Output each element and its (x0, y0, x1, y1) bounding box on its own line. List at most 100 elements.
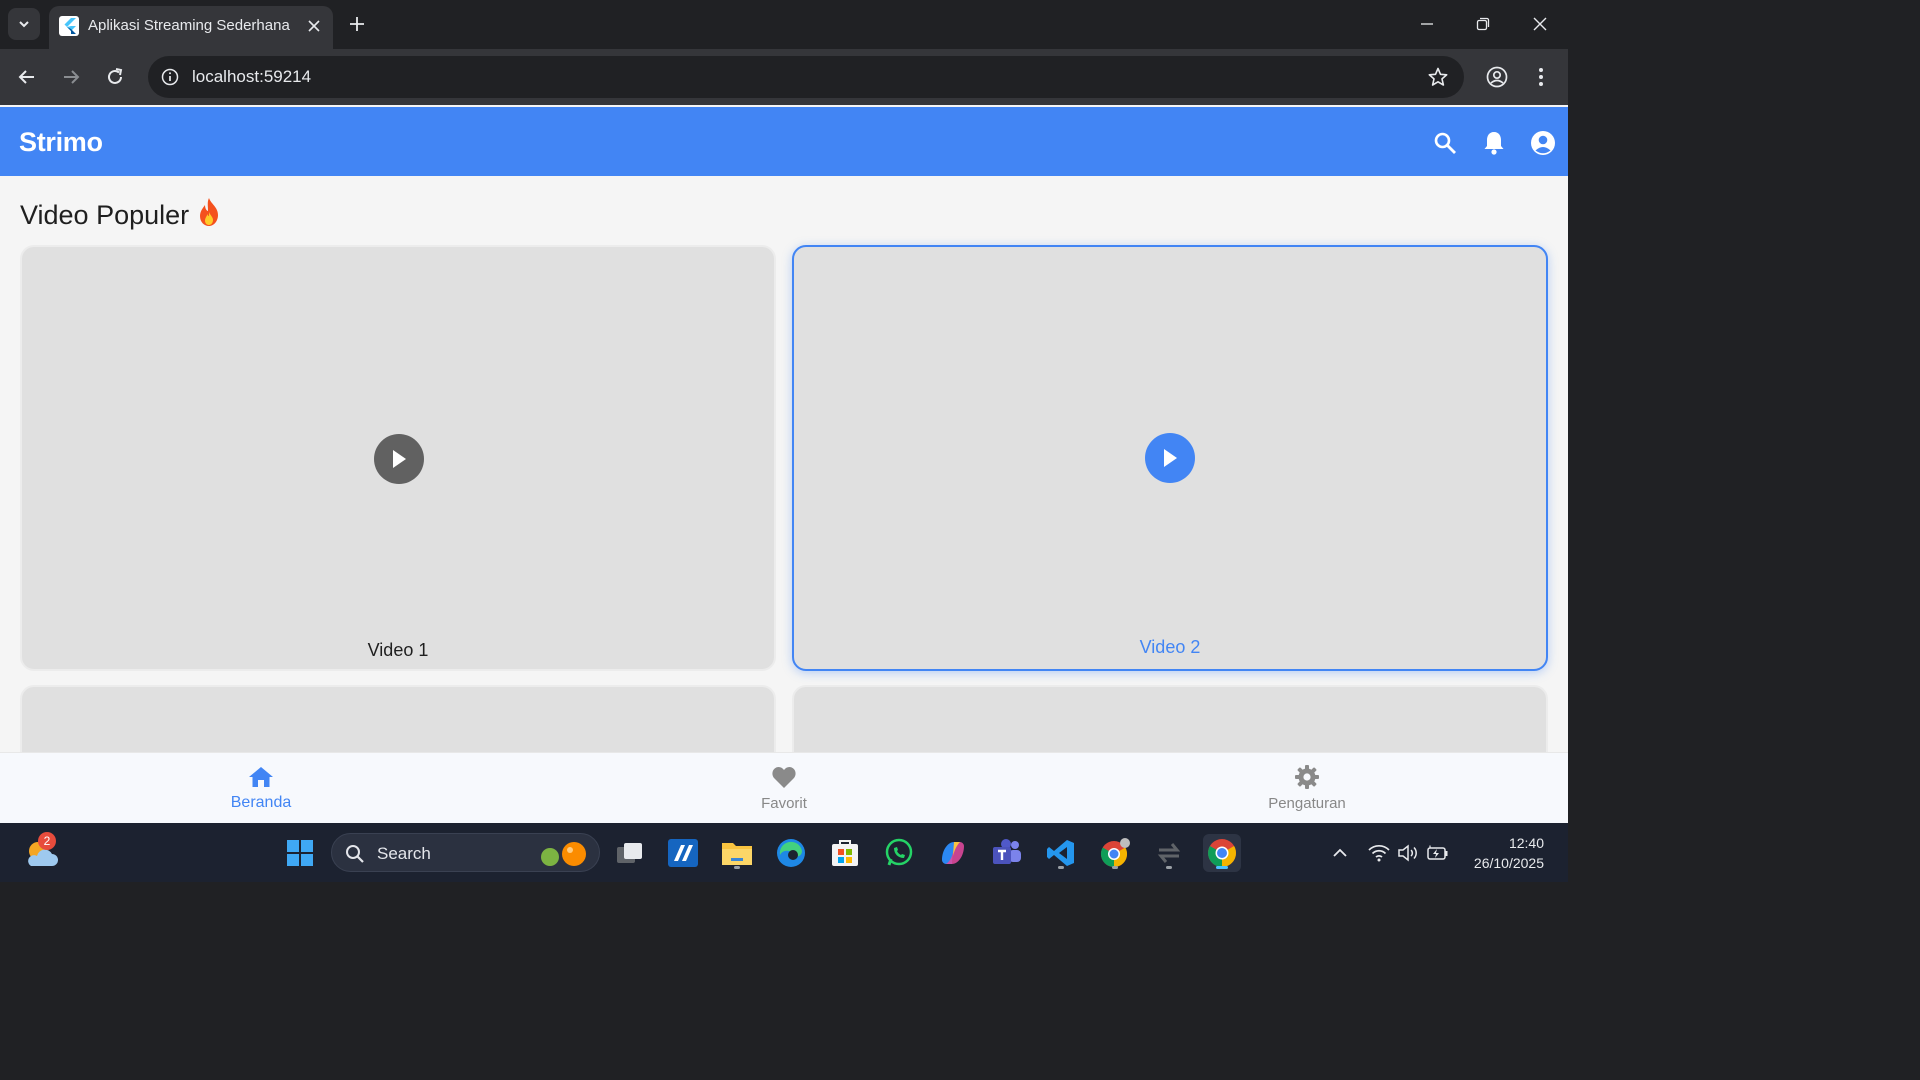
video-title: Video 2 (1139, 637, 1201, 657)
nav-label: Favorit (761, 795, 807, 812)
chevron-up-icon (1333, 848, 1347, 857)
chrome-icon (1208, 839, 1236, 867)
reload-button[interactable] (99, 61, 131, 93)
arrow-right-icon (64, 70, 80, 84)
fire-icon (195, 197, 223, 234)
app-logo-icon (668, 839, 698, 867)
search-placeholder: Search (377, 844, 431, 863)
battery-charging-icon (1427, 845, 1448, 860)
tab-close-button[interactable] (303, 15, 325, 37)
browser-menu-button[interactable] (1525, 61, 1557, 93)
forward-button[interactable] (55, 61, 87, 93)
taskbar-file-explorer[interactable] (718, 834, 756, 872)
system-clock[interactable]: 12:40 26/10/2025 (1474, 833, 1544, 873)
teams-icon (993, 839, 1021, 864)
gear-icon (1293, 763, 1321, 791)
new-tab-button[interactable] (344, 11, 370, 37)
browser-tab[interactable]: Aplikasi Streaming Sederhana (49, 6, 333, 49)
windows-taskbar: 2 Search 12:40 26/10/2025 (0, 823, 1568, 882)
account-button[interactable] (1529, 129, 1557, 157)
video-card[interactable]: Video 1 (20, 245, 776, 671)
address-bar[interactable]: localhost:59214 (148, 56, 1464, 98)
battery-status[interactable] (1425, 840, 1451, 866)
clock-date: 26/10/2025 (1473, 855, 1544, 871)
play-button[interactable] (1145, 433, 1195, 483)
section-title: Video Populer (20, 197, 223, 234)
app-bar: Strimo (0, 107, 1568, 176)
notifications-button[interactable] (1480, 129, 1508, 157)
taskbar-app-maple[interactable] (664, 834, 702, 872)
url-text: localhost:59214 (192, 67, 312, 86)
nav-label: Pengaturan (1268, 795, 1346, 812)
reload-icon (108, 68, 123, 84)
video-card[interactable]: Video 2 (792, 245, 1548, 671)
video-title: Video 1 (367, 640, 429, 660)
restore-icon (1476, 17, 1490, 31)
taskbar-store[interactable] (826, 834, 864, 872)
notification-badge: 2 (38, 832, 56, 850)
taskbar-teams[interactable] (988, 834, 1026, 872)
task-view-button[interactable] (611, 834, 649, 872)
chevron-down-icon (19, 21, 29, 28)
profile-button[interactable] (1481, 61, 1513, 93)
section-title-text: Video Populer (20, 200, 190, 230)
taskbar-sync-app[interactable] (1150, 834, 1188, 872)
account-circle-icon (1486, 66, 1508, 88)
play-button[interactable] (374, 434, 424, 484)
app-viewport: Strimo Video Populer Video 1 Video 2 Ber… (0, 105, 1568, 823)
bell-icon (1484, 132, 1504, 155)
taskbar-copilot[interactable] (934, 834, 972, 872)
bookmark-star-button[interactable] (1426, 65, 1450, 89)
copilot-icon (942, 842, 964, 864)
nav-item-favorit[interactable]: Favorit (684, 753, 884, 823)
taskbar-vscode[interactable] (1042, 834, 1080, 872)
running-indicator (1112, 866, 1118, 869)
plus-icon (350, 17, 364, 31)
star-icon (1428, 67, 1448, 86)
volume-status[interactable] (1395, 840, 1421, 866)
restore-button[interactable] (1465, 8, 1501, 40)
folder-icon (722, 843, 752, 865)
active-indicator (1216, 866, 1228, 869)
running-indicator (1166, 866, 1172, 869)
start-button[interactable] (281, 834, 319, 872)
nav-item-beranda[interactable]: Beranda (161, 753, 361, 823)
bottom-navigation: Beranda Favorit Pengaturan (0, 752, 1568, 823)
flutter-favicon-icon (59, 16, 79, 36)
back-button[interactable] (11, 61, 43, 93)
play-icon (1164, 449, 1177, 467)
account-circle-icon (1531, 131, 1555, 155)
close-icon (1533, 17, 1547, 31)
taskbar-chrome[interactable] (1203, 834, 1241, 872)
taskbar-search[interactable]: Search (331, 833, 600, 872)
tab-search-button[interactable] (8, 8, 40, 40)
running-indicator (1058, 866, 1064, 869)
more-vert-icon (1539, 68, 1543, 86)
wifi-status[interactable] (1366, 840, 1392, 866)
volume-icon (1398, 844, 1417, 862)
site-info-icon[interactable] (158, 65, 182, 89)
weather-widget[interactable]: 2 (22, 832, 62, 873)
fruit-search-highlight-icon (541, 842, 586, 866)
whatsapp-icon (885, 838, 913, 866)
close-window-button[interactable] (1522, 8, 1558, 40)
search-button[interactable] (1431, 129, 1459, 157)
play-icon (393, 450, 406, 468)
taskbar-whatsapp[interactable] (880, 834, 918, 872)
minimize-button[interactable] (1409, 8, 1445, 40)
tab-title: Aplikasi Streaming Sederhana (88, 17, 290, 34)
taskbar-edge[interactable] (772, 834, 810, 872)
nav-item-pengaturan[interactable]: Pengaturan (1207, 753, 1407, 823)
close-icon (308, 20, 320, 32)
sync-arrows-icon (1157, 843, 1181, 863)
taskbar-chrome-profile[interactable] (1096, 834, 1134, 872)
search-icon (1434, 132, 1456, 154)
nav-label: Beranda (230, 794, 292, 811)
task-view-icon (617, 843, 642, 863)
show-hidden-icons-button[interactable] (1327, 840, 1353, 866)
app-title: Strimo (19, 127, 103, 157)
running-indicator (734, 866, 740, 869)
minimize-icon (1421, 23, 1433, 25)
chrome-icon (1100, 838, 1130, 868)
wifi-icon (1368, 844, 1390, 862)
